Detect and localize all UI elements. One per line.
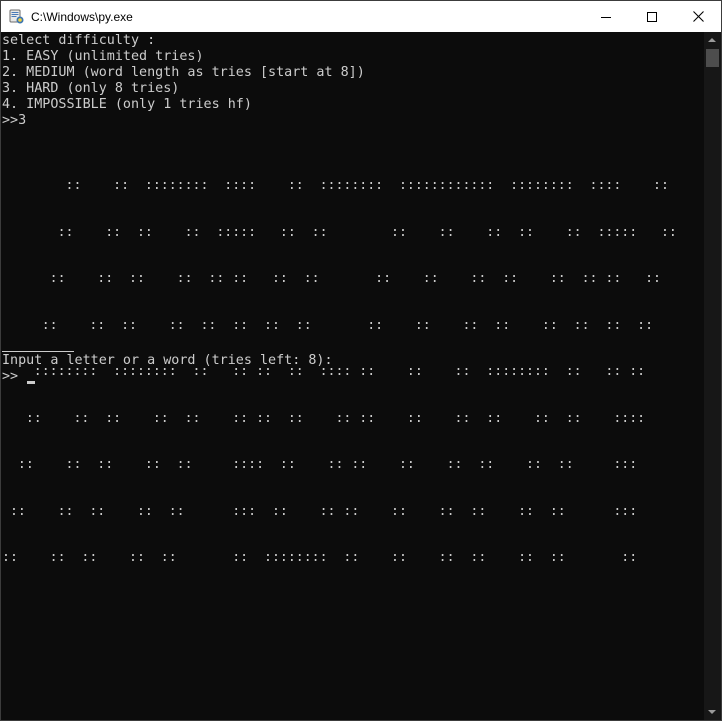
ascii-art-row: :: :: :: :: :: :: :: :: :: :: :: :: :: :… [2,271,661,286]
scroll-down-icon[interactable] [708,710,716,714]
ascii-art-row: :: :: :: :: ::::: :: :: :: :: :: :: :: :… [2,224,677,240]
difficulty-menu: select difficulty : 1. EASY (unlimited t… [2,33,365,129]
input-prefix: >> [2,369,19,384]
console-output[interactable]: select difficulty : 1. EASY (unlimited t… [1,32,703,720]
scroll-thumb[interactable] [706,49,719,67]
window-controls [583,1,721,32]
close-button[interactable] [675,1,721,32]
menu-option-medium: 2. MEDIUM (word length as tries [start a… [2,65,365,80]
word-underline [2,351,74,352]
console-window: C:\Windows\py.exe select difficulty: 1.… [0,0,722,721]
vertical-scrollbar[interactable] [704,32,721,720]
input-line[interactable]: >> [2,369,333,385]
menu-option-easy: 1. EASY (unlimited tries) [2,49,204,64]
minimize-icon [601,16,611,18]
input-prompt-area: Input a letter or a word (tries left: 8)… [2,353,333,385]
maximize-icon [647,11,657,22]
difficulty-input-echo: >>3 [2,113,27,128]
menu-option-impossible: 4. IMPOSSIBLE (only 1 tries hf) [2,97,252,112]
ascii-art-row: :: :: :: :: :: ::: :: :: :: :: :: :: :: … [2,503,638,519]
window-title: C:\Windows\py.exe [31,9,133,24]
scroll-up-icon[interactable] [708,38,716,42]
prompt-text: Input a letter or a word (tries left: 8)… [2,353,333,368]
title-bar[interactable]: C:\Windows\py.exe [1,1,721,32]
menu-option-hard: 3. HARD (only 8 tries) [2,81,180,96]
text-cursor [27,380,36,384]
close-icon [692,11,704,22]
python-icon [9,9,24,23]
menu-heading: select difficulty : [2,33,156,48]
ascii-art-row: :: :: :: :: :: :: :::::::: :: :: :: :: :… [2,550,638,565]
minimize-button[interactable] [583,1,629,32]
ascii-art-row: :: :: :::::::: :::: :: :::::::: ::::::::… [2,178,669,193]
ascii-art-row: :: :: :: :: :: :: :: :: :: :: :: :: :: :… [2,410,646,426]
ascii-art-row: :: :: :: :: :: :::: :: :: :: :: :: :: ::… [2,457,638,472]
maximize-button[interactable] [629,1,675,32]
ascii-art-row: :: :: :: :: :: :: :: :: :: :: :: :: :: :… [2,317,654,333]
